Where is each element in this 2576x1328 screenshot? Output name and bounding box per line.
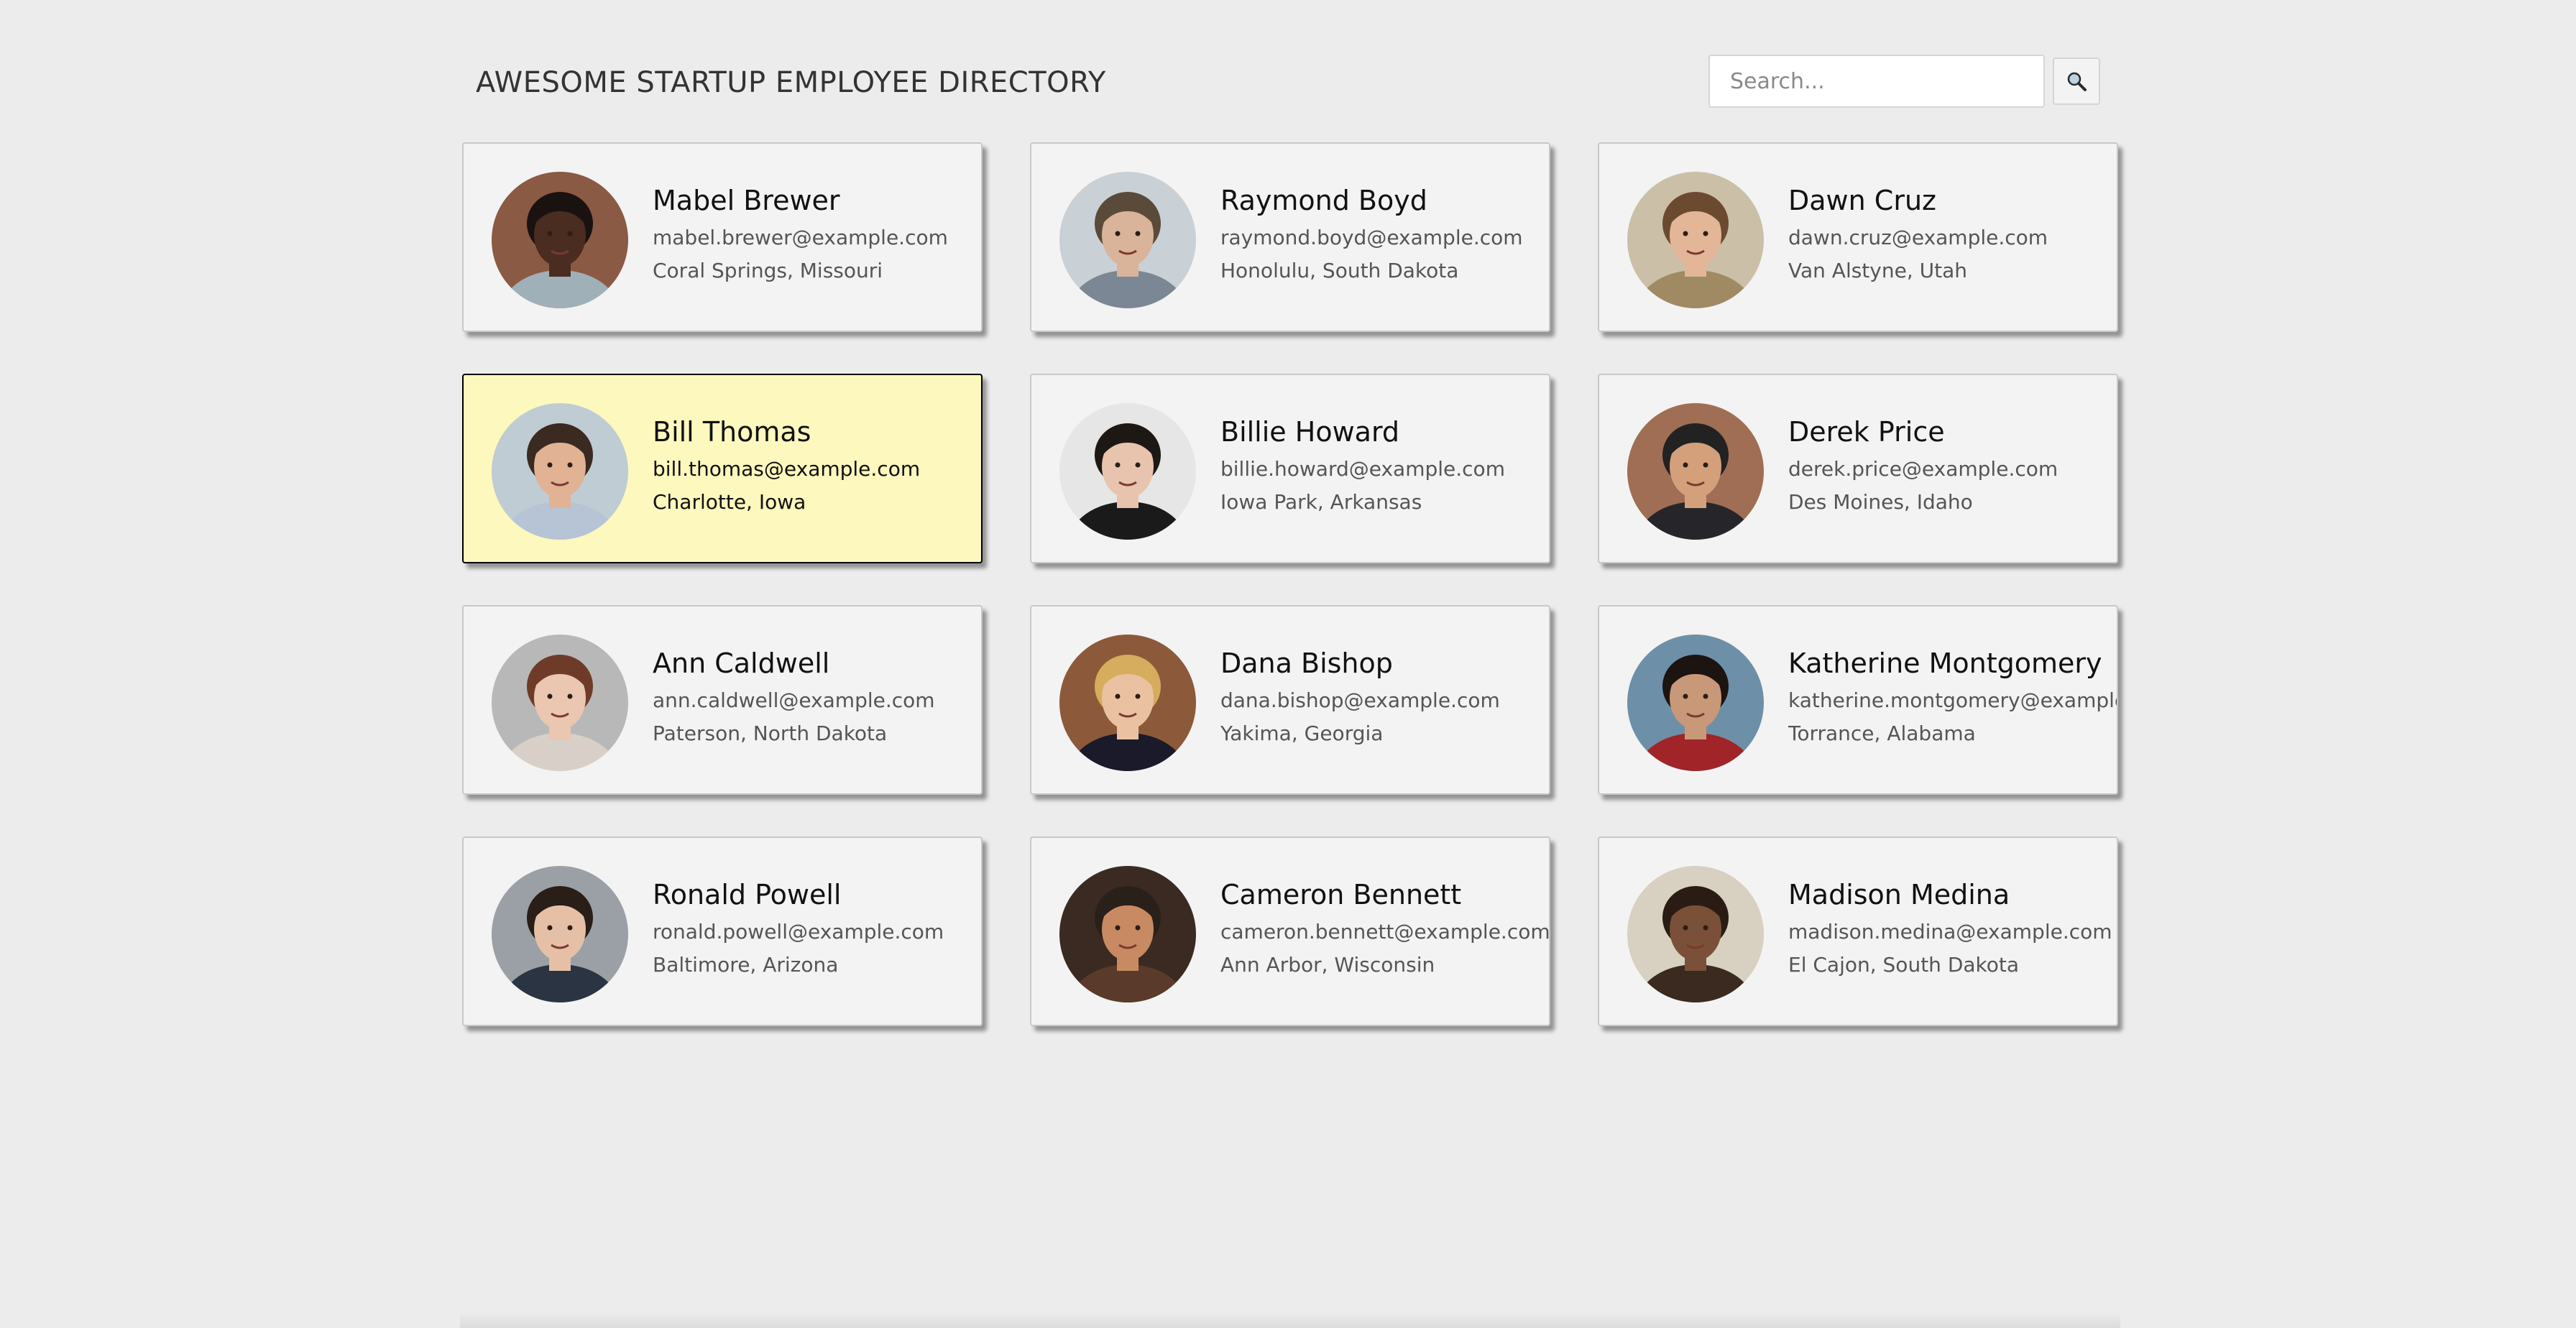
employee-location: Paterson, North Dakota [653, 721, 888, 745]
employee-avatar [1059, 403, 1196, 540]
employee-info: Derek Price derek.price@example.com Des Mo… [1788, 414, 2117, 516]
employee-info: Madison Medina madison.medina@example.com… [1788, 877, 2117, 979]
employee-name: Ann Caldwell [653, 647, 830, 679]
employee-name: Billie Howard [1220, 416, 1400, 448]
employee-location: El Cajon, South Dakota [1788, 953, 2020, 977]
employee-name: Cameron Bennett [1220, 879, 1462, 910]
employee-name: Raymond Boyd [1220, 185, 1427, 216]
employee-avatar [1059, 172, 1196, 308]
employee-name: Dawn Cruz [1788, 185, 1936, 216]
employee-card[interactable]: Dawn Cruz dawn.cruz@example.com Van Alstyn… [1598, 142, 2118, 332]
employee-email: madison.medina@example.com [1788, 920, 2112, 944]
employee-email: billie.howard@example.com [1220, 457, 1505, 481]
employee-info: Ann Caldwell ann.caldwell@example.com Pate… [653, 645, 981, 747]
employee-avatar [1627, 172, 1764, 308]
employee-name: Bill Thomas [653, 416, 811, 448]
employee-email: ronald.powell@example.com [653, 920, 944, 944]
employee-location: Yakima, Georgia [1220, 721, 1384, 745]
employee-info: Dawn Cruz dawn.cruz@example.com Van Alstyn… [1788, 183, 2117, 285]
employee-avatar [1627, 866, 1764, 1002]
employee-avatar [1059, 635, 1196, 771]
employee-location: Iowa Park, Arkansas [1220, 490, 1422, 514]
employee-name: Madison Medina [1788, 879, 2010, 910]
employee-card[interactable]: Derek Price derek.price@example.com Des Mo… [1598, 374, 2118, 563]
employee-info: Mabel Brewer mabel.brewer@example.com Cora… [653, 183, 981, 285]
employee-card[interactable]: Dana Bishop dana.bishop@example.com Yakima… [1030, 605, 1550, 795]
employee-card[interactable]: Billie Howard billie.howard@example.com Io… [1030, 374, 1550, 563]
employee-card[interactable]: Mabel Brewer mabel.brewer@example.com Cora… [462, 142, 983, 332]
employee-info: Dana Bishop dana.bishop@example.com Yakima… [1220, 645, 1549, 747]
employee-location: Des Moines, Idaho [1788, 490, 1973, 514]
employee-name: Katherine Montgomery [1788, 647, 2102, 679]
employee-card[interactable]: Cameron Bennett cameron.bennett@example.c… [1030, 836, 1550, 1026]
employee-info: Cameron Bennett cameron.bennett@example.c… [1220, 877, 1549, 979]
employee-avatar [1627, 635, 1764, 771]
employee-location: Van Alstyne, Utah [1788, 259, 1968, 282]
search-input[interactable] [1708, 55, 2045, 108]
page-title: AWESOME STARTUP EMPLOYEE DIRECTORY [476, 66, 1106, 99]
employee-name: Mabel Brewer [653, 185, 840, 216]
employee-avatar [492, 635, 628, 771]
employee-avatar [492, 866, 628, 1002]
employee-location: Ann Arbor, Wisconsin [1220, 953, 1435, 977]
employee-card[interactable]: Raymond Boyd raymond.boyd@example.com Hono… [1030, 142, 1550, 332]
employee-location: Baltimore, Arizona [653, 953, 839, 977]
employee-name: Derek Price [1788, 416, 1945, 448]
directory-container: AWESOME STARTUP EMPLOYEE DIRECTORY Mabel… [460, 0, 2120, 1328]
employee-card[interactable]: Katherine Montgomery katherine.montgomery… [1598, 605, 2118, 795]
employee-avatar [1627, 403, 1764, 540]
employee-avatar [492, 172, 628, 308]
employee-email: ann.caldwell@example.com [653, 688, 935, 712]
page-bottom-edge [460, 1312, 2120, 1328]
employee-email: cameron.bennett@example.com [1220, 920, 1549, 944]
employee-email: katherine.montgomery@example.com [1788, 688, 2117, 712]
employee-email: dawn.cruz@example.com [1788, 226, 2048, 249]
employee-card[interactable]: Bill Thomas bill.thomas@example.com Charlo… [462, 374, 983, 563]
search-button[interactable] [2053, 57, 2100, 105]
employee-avatar [1059, 866, 1196, 1002]
employee-email: derek.price@example.com [1788, 457, 2058, 481]
employee-location: Charlotte, Iowa [653, 490, 806, 514]
magnifier-icon [2067, 72, 2087, 91]
employee-name: Ronald Powell [653, 879, 842, 910]
employee-info: Katherine Montgomery katherine.montgomery… [1788, 645, 2117, 747]
employee-email: mabel.brewer@example.com [653, 226, 948, 249]
employee-email: bill.thomas@example.com [653, 457, 921, 481]
employee-name: Dana Bishop [1220, 647, 1393, 679]
employee-info: Bill Thomas bill.thomas@example.com Charlo… [653, 414, 981, 516]
employee-card[interactable]: Madison Medina madison.medina@example.com… [1598, 836, 2118, 1026]
employee-location: Honolulu, South Dakota [1220, 259, 1459, 282]
employee-location: Torrance, Alabama [1788, 721, 1976, 745]
employee-info: Ronald Powell ronald.powell@example.com Ba… [653, 877, 981, 979]
employee-email: dana.bishop@example.com [1220, 688, 1500, 712]
employee-location: Coral Springs, Missouri [653, 259, 883, 282]
employee-info: Raymond Boyd raymond.boyd@example.com Hono… [1220, 183, 1549, 285]
employee-avatar [492, 403, 628, 540]
employee-card[interactable]: Ann Caldwell ann.caldwell@example.com Pate… [462, 605, 983, 795]
employee-info: Billie Howard billie.howard@example.com Io… [1220, 414, 1549, 516]
employee-card[interactable]: Ronald Powell ronald.powell@example.com Ba… [462, 836, 983, 1026]
employee-email: raymond.boyd@example.com [1220, 226, 1523, 249]
